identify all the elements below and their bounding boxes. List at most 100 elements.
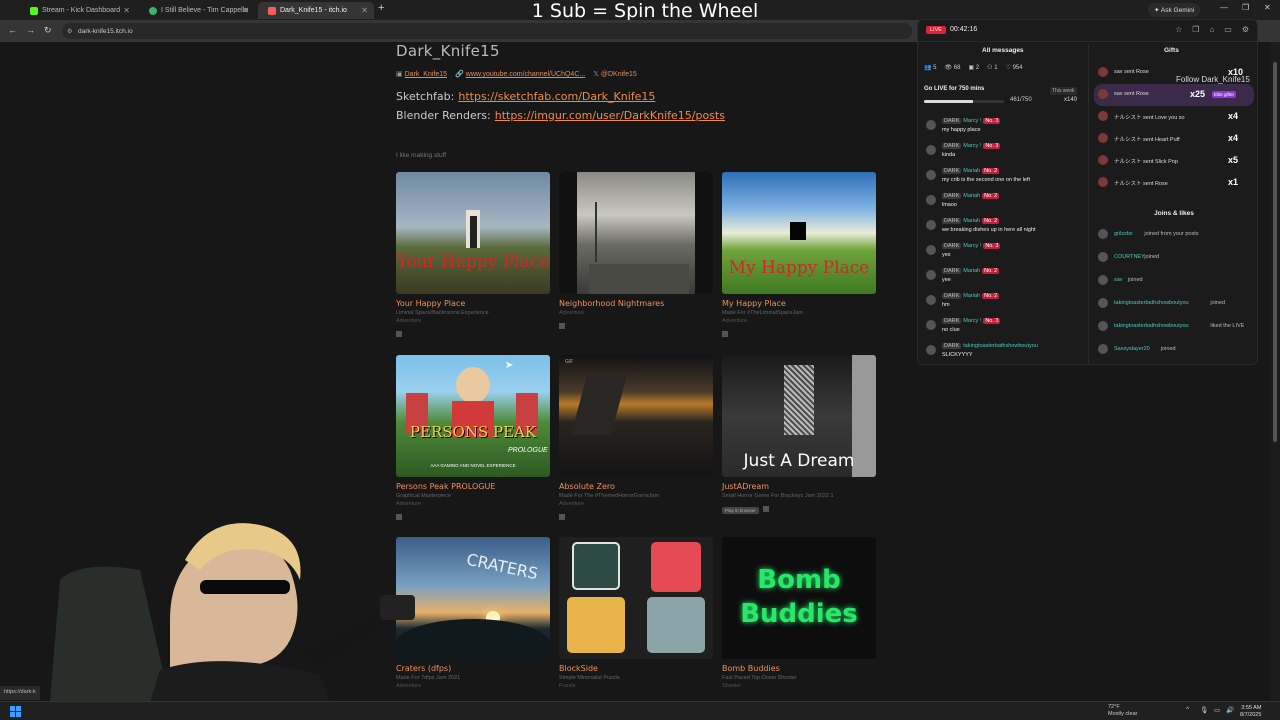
chat-username[interactable]: Mariah xyxy=(963,193,980,199)
address-bar[interactable]: ⚙ dark-knife15.itch.io xyxy=(62,23,912,39)
profile-link[interactable]: Dark_Knife15 xyxy=(405,71,447,78)
game-thumbnail[interactable]: GIF xyxy=(559,355,713,477)
avatar[interactable] xyxy=(1098,89,1108,99)
imgur-link[interactable]: https://imgur.com/user/DarkKnife15/posts xyxy=(495,109,725,122)
ask-gemini-button[interactable]: ✦ Ask Gemini xyxy=(1148,3,1201,17)
avatar[interactable] xyxy=(1098,67,1108,77)
game-card[interactable]: Neighborhood Nightmares Adventure xyxy=(559,172,713,334)
chat-text: yee xyxy=(942,277,951,283)
game-title[interactable]: BlockSide xyxy=(559,664,713,673)
game-card[interactable]: My Happy Place My Happy Place Made For #… xyxy=(722,172,876,342)
avatar[interactable] xyxy=(1098,111,1108,121)
game-thumbnail[interactable] xyxy=(559,537,713,659)
settings-icon[interactable]: ⚙ xyxy=(1242,25,1249,34)
game-thumbnail[interactable]: Just A Dream xyxy=(722,355,876,477)
reload-icon[interactable]: ↻ xyxy=(44,25,52,36)
join-username[interactable]: Sassyslayer20 xyxy=(1114,346,1150,352)
x-link[interactable]: @DKnife15 xyxy=(601,71,637,78)
chat-username[interactable]: Marcy ! xyxy=(963,143,981,149)
mic-icon[interactable]: 🎙 xyxy=(1200,706,1208,714)
chat-username[interactable]: Marcy ! xyxy=(963,243,981,249)
game-thumbnail[interactable]: PERSONS PEAK PROLOGUE AAA GAMING AND NOV… xyxy=(396,355,550,477)
avatar[interactable] xyxy=(1098,344,1108,354)
avatar[interactable] xyxy=(1098,229,1108,239)
avatar[interactable] xyxy=(1098,298,1108,308)
gift-icon[interactable]: ⌂ xyxy=(1209,25,1214,34)
back-icon[interactable]: ← xyxy=(8,25,17,35)
tab-i-still-believe[interactable]: I Still Believe - Tim Cappello ✕ xyxy=(139,2,255,19)
join-action: liked the LIVE xyxy=(1210,323,1245,329)
taskbar-clock[interactable]: 3:55 AM 8/7/2025 xyxy=(1240,705,1261,719)
game-thumbnail[interactable] xyxy=(559,172,713,294)
minimize-icon[interactable]: — xyxy=(1220,3,1228,12)
game-card[interactable]: Bomb Buddies Bomb Buddies Fast Paced Top… xyxy=(722,537,876,689)
close-tab-icon[interactable]: ✕ xyxy=(242,6,249,15)
game-title[interactable]: Neighborhood Nightmares xyxy=(559,299,713,308)
avatar[interactable] xyxy=(1098,321,1108,331)
avatar[interactable] xyxy=(926,220,936,230)
gifts-header[interactable]: Gifts xyxy=(1164,47,1179,54)
join-username[interactable]: grilzzbx xyxy=(1114,231,1133,237)
avatar[interactable] xyxy=(1098,133,1108,143)
star-icon[interactable]: ☆ xyxy=(1175,25,1182,34)
game-card[interactable]: GIF Absolute Zero Made For The #ThemedHo… xyxy=(559,355,713,525)
page-scrollbar[interactable] xyxy=(1270,42,1280,702)
avatar[interactable] xyxy=(926,295,936,305)
game-card[interactable]: Just A Dream JustADream Small Horror Gam… xyxy=(722,355,876,517)
game-thumbnail[interactable]: Your Happy Place xyxy=(396,172,550,294)
avatar[interactable] xyxy=(1098,252,1108,262)
tab-kick-dashboard[interactable]: Stream - Kick Dashboard ✕ xyxy=(20,2,136,19)
window-icon[interactable]: ▭ xyxy=(1224,25,1232,34)
windows-icon xyxy=(396,331,402,337)
all-messages-header[interactable]: All messages xyxy=(982,47,1024,54)
tab-itch-io[interactable]: Dark_Knife15 - itch.io ✕ xyxy=(258,2,374,19)
avatar[interactable] xyxy=(926,320,936,330)
game-title[interactable]: Absolute Zero xyxy=(559,482,713,491)
avatar[interactable] xyxy=(926,145,936,155)
join-username[interactable]: COURTNEY xyxy=(1114,254,1145,260)
game-title[interactable]: Bomb Buddies xyxy=(722,664,876,673)
avatar[interactable] xyxy=(926,245,936,255)
tray-chevron-icon[interactable]: ^ xyxy=(1186,706,1189,713)
game-card[interactable]: Your Happy Place Your Happy Place Limina… xyxy=(396,172,550,342)
game-title[interactable]: Your Happy Place xyxy=(396,299,550,308)
site-settings-icon[interactable]: ⚙ xyxy=(67,28,72,35)
avatar[interactable] xyxy=(926,270,936,280)
avatar[interactable] xyxy=(926,170,936,180)
close-tab-icon[interactable]: ✕ xyxy=(123,6,130,15)
join-username[interactable]: takingtoasterbathshowboutyou xyxy=(1114,323,1189,329)
chat-username[interactable]: takingtoasterbathshowboutyou xyxy=(963,343,1038,349)
copy-icon[interactable]: ❐ xyxy=(1192,25,1199,34)
maximize-icon[interactable]: ❐ xyxy=(1242,3,1249,12)
game-thumbnail[interactable]: My Happy Place xyxy=(722,172,876,294)
close-window-icon[interactable]: ✕ xyxy=(1264,3,1271,12)
chat-username[interactable]: Marcy ! xyxy=(963,318,981,324)
volume-icon[interactable]: 🔊 xyxy=(1226,706,1234,714)
game-title[interactable]: My Happy Place xyxy=(722,299,876,308)
sketchfab-link[interactable]: https://sketchfab.com/Dark_Knife15 xyxy=(458,90,655,103)
avatar[interactable] xyxy=(926,120,936,130)
avatar[interactable] xyxy=(926,345,936,355)
game-card[interactable]: BlockSide Simple Minimalist Puzzle Puzzl… xyxy=(559,537,713,689)
chat-username[interactable]: Mariah xyxy=(963,293,980,299)
game-thumbnail[interactable]: Bomb Buddies xyxy=(722,537,876,659)
avatar[interactable] xyxy=(1098,177,1108,187)
weather-widget[interactable]: 72°F Mostly clear xyxy=(1108,704,1137,718)
new-tab-button[interactable]: + xyxy=(378,2,384,14)
close-tab-icon[interactable]: ✕ xyxy=(361,6,368,15)
game-title[interactable]: Persons Peak PROLOGUE xyxy=(396,482,550,491)
monitor-icon[interactable]: ▭ xyxy=(1214,706,1220,714)
youtube-link[interactable]: www.youtube.com/channel/UChQ4C... xyxy=(466,71,585,78)
avatar[interactable] xyxy=(1098,275,1108,285)
join-username[interactable]: sav xyxy=(1114,277,1123,283)
avatar[interactable] xyxy=(1098,155,1108,165)
windows-start-icon[interactable] xyxy=(10,706,21,717)
chat-username[interactable]: Mariah xyxy=(963,268,980,274)
chat-username[interactable]: Mariah xyxy=(963,168,980,174)
avatar[interactable] xyxy=(926,195,936,205)
forward-icon[interactable]: → xyxy=(26,25,35,35)
chat-username[interactable]: Mariah xyxy=(963,218,980,224)
chat-username[interactable]: Marcy ! xyxy=(963,118,981,124)
game-title[interactable]: JustADream xyxy=(722,482,876,491)
join-username[interactable]: takingtoasterbathshowboutyou xyxy=(1114,300,1189,306)
